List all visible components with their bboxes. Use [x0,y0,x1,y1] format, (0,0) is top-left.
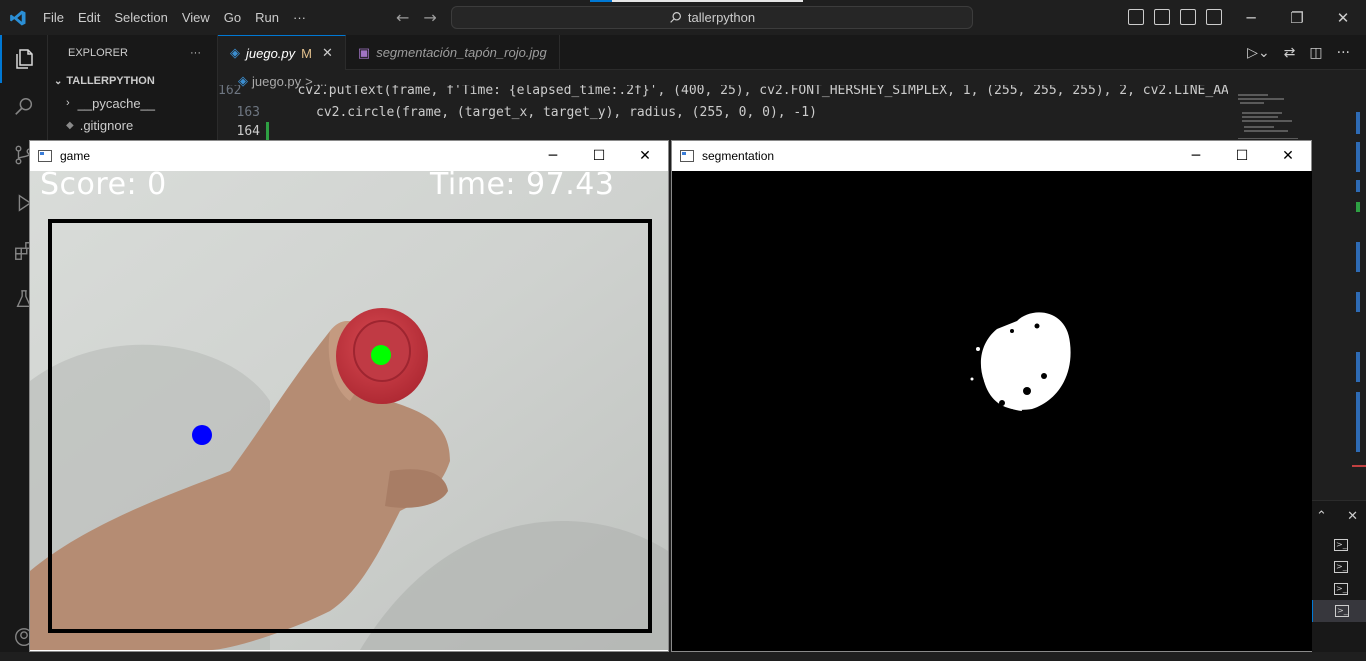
minimize-icon[interactable]: ─ [1228,0,1274,35]
game-window: game ─ ☐ ✕ Score: 0 Time: 97.43 [29,140,669,652]
explorer-title: EXPLORER [68,46,128,59]
title-bar: File Edit Selection View Go Run ··· ← → … [0,0,1366,35]
minimize-icon[interactable]: ─ [530,141,576,171]
terminal-icon: >_ [1335,605,1349,617]
terminal-icon: >_ [1334,539,1348,551]
segmentation-window-titlebar[interactable]: segmentation ─ ☐ ✕ [672,141,1311,171]
terminal-list-panel: ⌃ ✕ >_ >_ >_ >_ [1312,500,1366,652]
menu-go[interactable]: Go [217,10,248,25]
explorer-more-actions[interactable]: ··· [190,47,201,59]
tree-item-pycache[interactable]: › __pycache__ [48,92,217,114]
menu-selection[interactable]: Selection [107,10,174,25]
tab-segmentacion-image[interactable]: ▣ segmentación_tapón_rojo.jpg [346,35,560,70]
close-icon[interactable]: ✕ [622,141,668,171]
menu-run[interactable]: Run [248,10,286,25]
score-text: Score: 0 [40,171,167,202]
compare-changes-icon[interactable]: ⇄ [1284,45,1296,61]
menu-more[interactable]: ··· [286,10,313,25]
tree-item-label: .gitignore [79,117,134,133]
target-dot [192,425,212,445]
maximize-icon[interactable]: ☐ [1219,141,1265,171]
time-text: Time: 97.43 [430,171,615,202]
tab-close-icon[interactable]: ✕ [322,45,333,61]
tree-item-label: __pycache__ [77,95,156,111]
toggle-panel-icon[interactable] [1154,9,1170,25]
toggle-secondary-sidebar-icon[interactable] [1180,9,1196,25]
search-progress-bar [590,0,803,2]
search-icon[interactable] [0,83,48,131]
git-modified-gutter [266,122,274,141]
terminal-item[interactable]: >_ [1312,534,1366,556]
maximize-panel-icon[interactable]: ⌃ [1316,509,1327,524]
search-text: tallerpython [687,10,756,25]
command-center-search[interactable]: tallerpython [451,6,973,29]
line-number: 164 [236,124,260,139]
more-actions-icon[interactable]: ··· [1337,45,1350,61]
window-app-icon [680,150,694,162]
git-file-icon: ◆ [66,119,74,131]
tab-label: juego.py [246,45,296,61]
close-icon[interactable]: ✕ [1320,0,1366,35]
toggle-sidebar-icon[interactable] [1128,9,1144,25]
menu-bar: File Edit Selection View Go Run ··· [36,10,313,25]
tab-bar: ◈ juego.py M ✕ ▣ segmentación_tapón_rojo… [218,35,1366,70]
vscode-logo-icon [0,0,36,35]
customize-layout-icon[interactable] [1206,9,1222,25]
code-text: cv2.circle(frame, (target_x, target_y), … [316,105,817,120]
chevron-right-icon: › [66,97,70,109]
game-window-titlebar[interactable]: game ─ ☐ ✕ [30,141,668,171]
code-line: 163 cv2.circle(frame, (target_x, target_… [218,103,1228,122]
forward-arrow-icon[interactable]: → [423,8,436,27]
mask-frame [672,171,1312,651]
minimize-icon[interactable]: ─ [1173,141,1219,171]
image-file-icon: ▣ [357,44,371,60]
camera-frame [30,171,668,650]
python-file-icon: ◈ [230,45,240,60]
window-app-icon [38,150,52,162]
line-number: 162 [218,85,242,98]
search-progress-accent [590,0,612,2]
code-text: cv2.putText(frame, f'Time: {elapsed_time… [297,85,1228,98]
game-camera-feed[interactable]: Score: 0 Time: 97.43 [30,171,668,650]
restore-icon[interactable]: ❐ [1274,0,1320,35]
terminal-item[interactable]: >_ [1312,578,1366,600]
maximize-icon[interactable]: ☐ [576,141,622,171]
explorer-header: EXPLORER ··· [48,35,217,70]
back-arrow-icon[interactable]: ← [396,8,409,27]
terminal-item[interactable]: >_ [1312,556,1366,578]
segmentation-window-title: segmentation [702,149,775,163]
segmentation-mask[interactable] [672,171,1312,651]
workspace-root[interactable]: ⌄ TALLERPYTHON [48,70,217,92]
search-icon [670,12,681,23]
terminal-icon: >_ [1334,561,1348,573]
explorer-icon[interactable] [0,35,48,83]
run-python-file-icon[interactable]: ▷⌄ [1247,45,1270,61]
menu-file[interactable]: File [36,10,71,25]
tracker-dot [371,345,391,365]
terminal-item-active[interactable]: >_ [1312,600,1366,622]
menu-edit[interactable]: Edit [71,10,107,25]
tab-juego-py[interactable]: ◈ juego.py M ✕ [218,35,346,70]
chevron-down-icon: ⌄ [54,75,63,87]
modified-indicator: M [301,45,312,61]
terminal-icon: >_ [1334,583,1348,595]
code-editor[interactable]: 162 cv2.putText(frame, f'Time: {elapsed_… [218,85,1228,141]
segmentation-window: segmentation ─ ☐ ✕ [671,140,1312,652]
close-panel-icon[interactable]: ✕ [1347,509,1358,524]
split-editor-icon[interactable]: ◫ [1309,45,1322,61]
tab-label: segmentación_tapón_rojo.jpg [376,45,547,60]
line-number: 163 [236,105,260,120]
code-line: 164 [218,122,1228,141]
tree-item-gitignore[interactable]: ◆ .gitignore [48,114,217,136]
close-icon[interactable]: ✕ [1265,141,1311,171]
code-line: 162 cv2.putText(frame, f'Time: {elapsed_… [218,85,1228,103]
game-window-title: game [60,149,91,163]
scrollbar[interactable] [1352,92,1366,532]
workspace-root-label: TALLERPYTHON [66,75,155,87]
menu-view[interactable]: View [175,10,217,25]
